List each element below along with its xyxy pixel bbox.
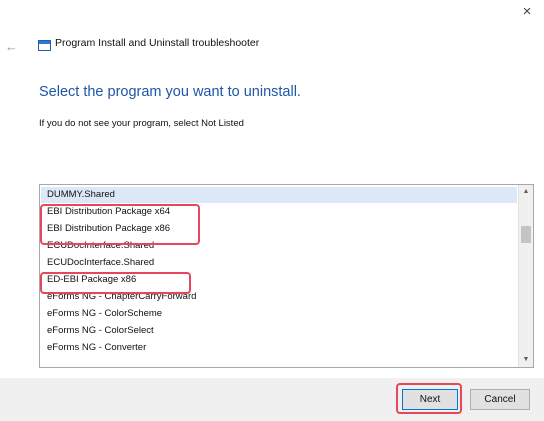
scroll-up-arrow-icon[interactable]: ▲ (519, 185, 533, 199)
scrollbar-thumb[interactable] (521, 226, 531, 243)
list-item[interactable]: eForms NG - ColorScheme (41, 306, 162, 322)
listbox-scrollbar[interactable]: ▲ ▼ (518, 185, 533, 367)
list-item[interactable]: ED-EBI Package x86 (41, 272, 136, 288)
back-arrow-icon[interactable]: ← (5, 39, 18, 54)
instruction-text: If you do not see your program, select N… (39, 118, 244, 129)
list-item[interactable]: eForms NG - Converter (41, 340, 146, 356)
list-item[interactable]: eForms NG - ChapterCarryForward (41, 289, 196, 305)
list-item[interactable]: eForms NG - ColorSelect (41, 323, 154, 339)
list-item[interactable]: DUMMY.Shared (41, 187, 517, 203)
close-icon[interactable]: × (517, 2, 537, 22)
next-button[interactable]: Next (402, 389, 458, 410)
cancel-button[interactable]: Cancel (470, 389, 530, 410)
list-item[interactable]: EBI Distribution Package x86 (41, 221, 170, 237)
troubleshooter-window-icon (38, 40, 51, 51)
scroll-down-arrow-icon[interactable]: ▼ (519, 353, 533, 367)
window-title: Program Install and Uninstall troublesho… (55, 37, 260, 49)
dialog-footer: Next Cancel (0, 378, 544, 421)
list-item[interactable]: ECUDocInterface.Shared (41, 255, 154, 271)
page-heading: Select the program you want to uninstall… (39, 84, 301, 100)
list-item[interactable]: ECUDocInterface.Shared (41, 238, 154, 254)
list-item[interactable]: EBI Distribution Package x64 (41, 204, 170, 220)
program-listbox[interactable]: DUMMY.Shared EBI Distribution Package x6… (39, 184, 534, 368)
